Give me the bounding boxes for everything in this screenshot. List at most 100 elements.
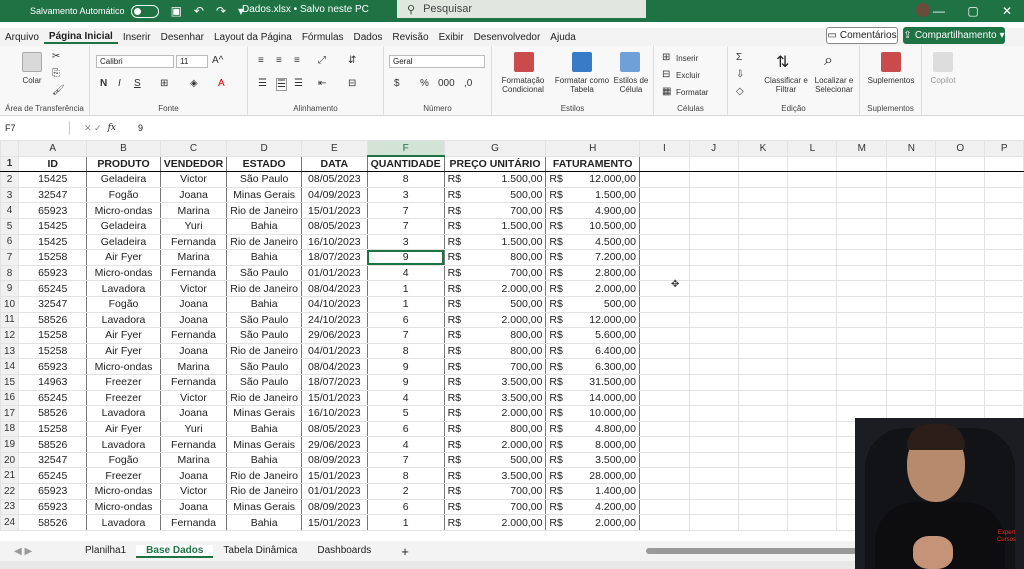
empty-cell[interactable] — [886, 358, 937, 375]
table-cell[interactable]: Minas Gerais — [226, 405, 302, 422]
empty-cell[interactable] — [935, 311, 986, 329]
empty-cell[interactable] — [984, 233, 1024, 251]
table-cell[interactable]: Joana — [159, 467, 228, 485]
empty-cell[interactable] — [935, 280, 986, 297]
formula-input[interactable]: 9 — [138, 123, 143, 133]
currency-cell[interactable]: R$ 4.800,00 — [545, 420, 640, 438]
table-cell[interactable]: 15425 — [18, 233, 88, 251]
table-cell[interactable]: 08/09/2023 — [300, 451, 368, 469]
column-header[interactable]: O — [935, 140, 986, 157]
empty-cell[interactable] — [638, 451, 690, 469]
addins-label[interactable]: Suplementos — [862, 76, 920, 85]
table-cell[interactable]: 29/06/2023 — [300, 327, 368, 344]
empty-cell[interactable] — [737, 171, 789, 188]
empty-cell[interactable] — [787, 155, 838, 173]
table-cell[interactable]: Joana — [159, 498, 228, 516]
table-cell[interactable]: 16/10/2023 — [300, 405, 368, 422]
format-painter-icon[interactable]: 🖌 — [52, 85, 65, 96]
font-size-select[interactable]: 11 — [176, 55, 208, 68]
format-table-icon[interactable] — [572, 52, 592, 72]
menu-tab-8[interactable]: Exibir — [434, 32, 469, 43]
table-cell[interactable]: 32547 — [18, 451, 88, 469]
empty-cell[interactable] — [886, 295, 937, 313]
column-header[interactable]: F — [366, 140, 445, 158]
empty-cell[interactable] — [688, 202, 739, 219]
table-cell[interactable]: 15258 — [18, 327, 88, 344]
empty-cell[interactable] — [737, 514, 789, 531]
empty-cell[interactable] — [638, 155, 690, 173]
table-cell[interactable]: Lavadora — [86, 436, 161, 453]
table-cell[interactable]: Joana — [159, 295, 228, 313]
empty-cell[interactable] — [737, 373, 789, 391]
empty-cell[interactable] — [688, 280, 739, 297]
currency-cell[interactable]: R$ 500,00 — [443, 295, 547, 313]
table-cell[interactable]: 65245 — [18, 280, 88, 297]
cut-icon[interactable]: ✂ — [52, 51, 60, 62]
table-cell[interactable]: 15/01/2023 — [300, 389, 368, 407]
empty-cell[interactable] — [688, 264, 739, 282]
empty-cell[interactable] — [638, 171, 690, 188]
empty-cell[interactable] — [787, 514, 838, 531]
table-cell[interactable]: Lavadora — [86, 280, 161, 297]
table-cell[interactable]: Fogão — [86, 451, 161, 469]
currency-cell[interactable]: R$ 2.800,00 — [545, 264, 640, 282]
currency-cell[interactable]: R$ 500,00 — [545, 295, 640, 313]
empty-cell[interactable] — [688, 327, 739, 344]
table-cell[interactable]: 18/07/2023 — [300, 373, 368, 391]
table-cell[interactable]: 08/04/2023 — [300, 280, 368, 297]
table-cell[interactable]: 16/10/2023 — [300, 233, 368, 251]
table-cell[interactable]: Rio de Janeiro — [226, 233, 302, 251]
underline-button[interactable]: S — [134, 78, 141, 89]
table-cell[interactable]: 58526 — [18, 405, 88, 422]
currency-cell[interactable]: R$ 8.000,00 — [545, 436, 640, 453]
empty-cell[interactable] — [638, 514, 690, 531]
table-cell[interactable]: 04/09/2023 — [300, 186, 368, 204]
currency-cell[interactable]: R$ 14.000,00 — [545, 389, 640, 407]
currency-cell[interactable]: R$ 4.500,00 — [545, 233, 640, 251]
table-cell[interactable]: Victor — [159, 171, 228, 188]
empty-cell[interactable] — [935, 358, 986, 375]
table-cell[interactable]: Air Fyer — [86, 327, 161, 344]
delete-cells-icon[interactable]: ⊟ — [662, 69, 670, 80]
format-label[interactable]: Formatar — [676, 88, 708, 97]
empty-cell[interactable] — [935, 217, 986, 235]
empty-cell[interactable] — [886, 327, 937, 344]
column-header[interactable]: H — [545, 140, 640, 157]
empty-cell[interactable] — [935, 295, 986, 313]
table-cell[interactable]: Marina — [159, 358, 228, 375]
table-cell[interactable]: 1 — [366, 514, 445, 531]
table-cell[interactable]: 4 — [366, 389, 445, 407]
menu-tab-7[interactable]: Revisão — [387, 32, 433, 43]
sheet-tab[interactable]: Dashboards — [307, 545, 381, 558]
empty-cell[interactable] — [984, 171, 1024, 188]
column-header[interactable]: N — [886, 140, 937, 157]
empty-cell[interactable] — [935, 389, 986, 407]
table-cell[interactable]: Yuri — [159, 420, 228, 438]
empty-cell[interactable] — [836, 295, 888, 313]
table-cell[interactable]: Fernanda — [159, 327, 228, 344]
empty-cell[interactable] — [737, 155, 789, 173]
empty-cell[interactable] — [836, 217, 888, 235]
name-box[interactable]: F7 — [0, 121, 70, 135]
indent-icon[interactable]: ⇤ — [318, 78, 326, 89]
table-cell[interactable]: Marina — [159, 451, 228, 469]
empty-cell[interactable] — [787, 171, 838, 188]
redo-icon[interactable]: ↷ — [216, 4, 226, 18]
column-header[interactable]: M — [836, 140, 888, 157]
accounting-icon[interactable]: $ — [394, 78, 400, 89]
row-number[interactable]: 22 — [0, 483, 20, 500]
table-cell[interactable]: 8 — [366, 342, 445, 360]
table-cell[interactable]: Fernanda — [159, 373, 228, 391]
table-cell[interactable]: 01/01/2023 — [300, 483, 368, 500]
empty-cell[interactable] — [688, 311, 739, 329]
comma-style-icon[interactable]: 000 — [438, 78, 455, 89]
table-cell[interactable]: 04/10/2023 — [300, 295, 368, 313]
currency-cell[interactable]: R$ 10.500,00 — [545, 217, 640, 235]
column-header[interactable]: P — [984, 140, 1024, 157]
table-cell[interactable]: 18/07/2023 — [300, 249, 368, 266]
row-number[interactable]: 6 — [0, 233, 20, 251]
row-number[interactable]: 9 — [0, 280, 20, 297]
row-number[interactable]: 3 — [0, 186, 20, 204]
number-format-select[interactable]: Geral — [389, 55, 485, 68]
table-cell[interactable]: 08/09/2023 — [300, 498, 368, 516]
